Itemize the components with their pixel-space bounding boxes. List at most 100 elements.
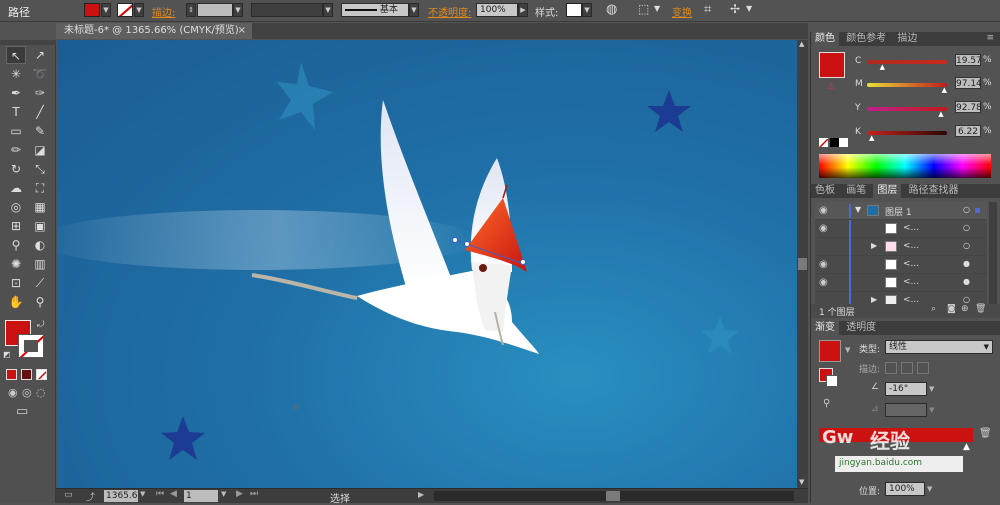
next-page-icon[interactable]: ▶ xyxy=(236,489,243,499)
tab-color-guide[interactable]: 颜色参考 xyxy=(842,32,890,46)
delete-stop-icon[interactable]: 🗑 xyxy=(979,428,992,439)
scroll-down-icon[interactable]: ▼ xyxy=(799,478,804,486)
align-dropdown-icon[interactable]: ▼ xyxy=(654,4,660,13)
y-slider-knob[interactable]: ▲ xyxy=(938,110,943,118)
line-tool-icon[interactable]: ╱ xyxy=(30,103,50,121)
symbol-sprayer-tool-icon[interactable]: ✺ xyxy=(6,255,26,273)
sublayer-row[interactable]: ◉ <... ● xyxy=(815,256,987,274)
draw-normal-icon[interactable]: ◉ xyxy=(8,386,18,399)
c-value-input[interactable]: 19.57 xyxy=(955,54,982,66)
new-sublayer-icon[interactable]: ⊕ xyxy=(961,304,969,314)
share-icon[interactable]: ⤴ xyxy=(86,490,95,503)
stroke-label[interactable]: 描边: xyxy=(152,4,175,19)
selection-indicator[interactable] xyxy=(975,208,980,213)
last-page-icon[interactable]: ⏭ xyxy=(250,489,258,499)
scroll-up-icon[interactable]: ▲ xyxy=(799,40,804,48)
variable-width-profile[interactable] xyxy=(251,3,323,17)
k-slider-knob[interactable]: ▲ xyxy=(869,134,874,142)
visibility-eye-icon[interactable]: ◉ xyxy=(819,259,828,270)
color-panel-fill-swatch[interactable] xyxy=(819,52,845,78)
magic-wand-tool-icon[interactable]: ✳ xyxy=(6,65,26,83)
tab-pathfinder[interactable]: 路径查找器 xyxy=(905,184,963,198)
fill-dropdown-arrow[interactable]: ▼ xyxy=(101,3,111,17)
artboard-tool-icon[interactable]: ⊡ xyxy=(6,274,26,292)
direct-selection-tool-icon[interactable]: ↗ xyxy=(30,46,50,64)
rectangle-tool-icon[interactable]: ▭ xyxy=(6,122,26,140)
recolor-artwork-icon[interactable]: ◍ xyxy=(606,2,617,17)
clipping-mask-icon[interactable]: ◙ xyxy=(947,304,956,314)
zoom-input[interactable]: 1365.6 xyxy=(104,490,138,502)
target-icon[interactable]: ○ xyxy=(963,205,970,214)
expand-arrow-icon[interactable]: ▶ xyxy=(871,295,877,304)
zoom-dropdown-icon[interactable]: ▼ xyxy=(140,490,145,498)
sublayer-row[interactable]: ▶ <... ○ xyxy=(815,238,987,256)
tab-gradient[interactable]: 渐变 xyxy=(811,321,839,335)
isolate-icon[interactable]: ⌗ xyxy=(704,2,711,17)
artboard-canvas[interactable] xyxy=(57,40,797,488)
status-menu-icon[interactable]: ▶ xyxy=(418,490,424,499)
eyedropper-tool-icon[interactable]: ⚲ xyxy=(6,236,26,254)
screen-mode-icon[interactable]: ▭ xyxy=(16,404,28,419)
selection-tool-icon[interactable]: ↖ xyxy=(6,46,26,64)
color-mode-icon[interactable] xyxy=(6,369,17,380)
sublayer-name[interactable]: <... xyxy=(903,241,919,251)
stroke-weight-stepper[interactable]: ⇕ xyxy=(186,3,196,17)
y-slider-track[interactable] xyxy=(867,107,947,111)
warp-tool-icon[interactable]: ☁ xyxy=(6,179,26,197)
expand-arrow-icon[interactable]: ▼ xyxy=(855,205,861,214)
blend-tool-icon[interactable]: ◐ xyxy=(30,236,50,254)
fill-swatch[interactable] xyxy=(84,3,100,17)
rotate-tool-icon[interactable]: ↻ xyxy=(6,160,26,178)
layer-row[interactable]: ◉ ▼ 图层 1 ○ xyxy=(815,202,987,220)
column-graph-tool-icon[interactable]: ▥ xyxy=(30,255,50,273)
shape-builder-tool-icon[interactable]: ◎ xyxy=(6,198,26,216)
align-options-icon[interactable]: ⬚ xyxy=(638,2,649,16)
slice-tool-icon[interactable]: ⟋ xyxy=(30,274,50,292)
layer-name[interactable]: 图层 1 xyxy=(885,205,912,218)
draw-behind-icon[interactable]: ◎ xyxy=(22,386,32,399)
stroke-swatch-none-icon[interactable] xyxy=(117,3,133,17)
tab-layers[interactable]: 图层 xyxy=(873,184,902,198)
visibility-eye-icon[interactable]: ◉ xyxy=(819,277,828,288)
tab-brushes[interactable]: 画笔 xyxy=(842,184,870,198)
gradient-swatch-dropdown-icon[interactable]: ▼ xyxy=(845,346,850,354)
aspect-ratio-dropdown-icon[interactable]: ▼ xyxy=(929,406,934,414)
transform-label[interactable]: 变换 xyxy=(672,4,692,19)
gradient-type-select[interactable]: 线性 ▼ xyxy=(885,340,993,354)
free-transform-tool-icon[interactable]: ⛶ xyxy=(30,179,50,197)
target-icon[interactable]: ○ xyxy=(963,295,970,304)
prev-page-icon[interactable]: ◀ xyxy=(170,489,177,499)
target-icon[interactable]: ● xyxy=(963,277,970,286)
scroll-thumb[interactable] xyxy=(798,258,807,270)
stroke-along-icon[interactable] xyxy=(901,362,913,374)
stroke-color-box[interactable] xyxy=(18,334,44,358)
location-input[interactable]: 100% xyxy=(885,482,925,496)
layers-scrollbar[interactable] xyxy=(989,202,997,310)
color-panel-menu-icon[interactable]: ≡ xyxy=(986,33,994,43)
angle-input[interactable]: -16° xyxy=(885,382,927,396)
sublayer-name[interactable]: <... xyxy=(903,259,919,269)
none-mode-icon[interactable] xyxy=(36,369,47,380)
tab-stroke[interactable]: 描边 xyxy=(893,32,921,46)
m-slider-knob[interactable]: ▲ xyxy=(942,86,947,94)
m-slider-track[interactable] xyxy=(867,83,947,87)
paintbrush-tool-icon[interactable]: ✎ xyxy=(30,122,50,140)
locate-object-icon[interactable]: ⌕ xyxy=(931,304,936,314)
target-icon[interactable]: ● xyxy=(963,259,970,268)
y-value-input[interactable]: 92.78 xyxy=(955,101,982,113)
type-tool-icon[interactable]: T xyxy=(6,103,26,121)
gamut-warning-icon[interactable]: ⚠ xyxy=(827,82,835,92)
page-input[interactable]: 1 xyxy=(184,490,218,502)
brush-dropdown[interactable]: ▼ xyxy=(409,3,419,17)
horizontal-scroll-thumb[interactable] xyxy=(606,491,620,501)
angle-dropdown-icon[interactable]: ▼ xyxy=(929,385,934,393)
aspect-ratio-input[interactable] xyxy=(885,403,927,417)
white-color-icon[interactable] xyxy=(839,138,848,147)
document-tab[interactable]: 未标题-6* @ 1365.66% (CMYK/预览) × xyxy=(56,23,252,39)
lasso-tool-icon[interactable]: ➰ xyxy=(30,65,50,83)
gradient-swatch[interactable] xyxy=(819,340,841,362)
expand-arrow-icon[interactable]: ▶ xyxy=(871,241,877,250)
tab-swatches[interactable]: 色板 xyxy=(811,184,839,198)
swap-fill-stroke-icon[interactable]: ⤾ xyxy=(37,320,45,330)
opacity-label[interactable]: 不透明度: xyxy=(428,4,471,19)
